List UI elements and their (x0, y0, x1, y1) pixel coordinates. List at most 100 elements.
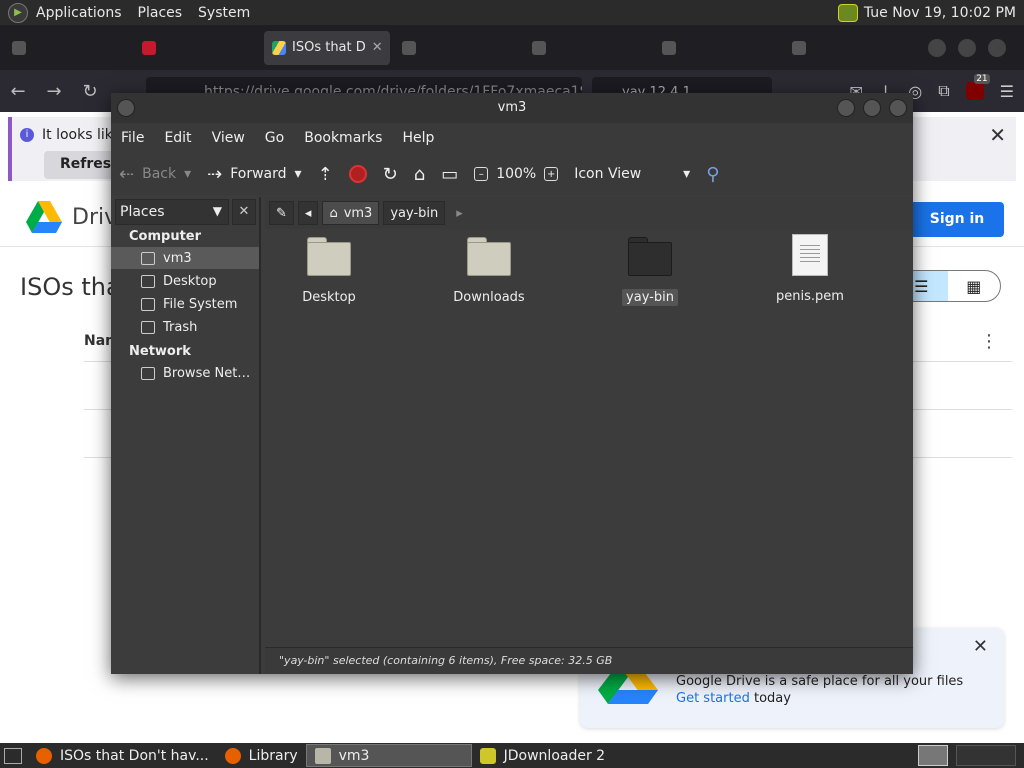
jdownloader-tray-icon[interactable] (837, 3, 858, 22)
view-mode-label: Icon View (574, 166, 642, 182)
tab-mega[interactable] (134, 31, 260, 65)
sidebar-item-trash[interactable]: Trash (111, 316, 259, 338)
computer-button[interactable]: ▭ (433, 164, 466, 185)
promo-cta: Get started today (676, 691, 791, 706)
minimize-icon[interactable] (837, 99, 855, 117)
menu-bookmarks[interactable]: Bookmarks (294, 130, 392, 146)
sidebar-item-vm3[interactable]: vm3 (111, 247, 259, 269)
view-mode-select[interactable]: Icon View ▾ (566, 166, 698, 182)
sidebar-item-label: vm3 (163, 250, 192, 266)
tab-bar: ISOs that D ✕ (0, 25, 1024, 70)
search-button[interactable]: ⚲ (698, 164, 727, 185)
stop-button[interactable] (341, 165, 375, 183)
workspace-2[interactable] (956, 745, 1016, 766)
top-panel: ▶ Applications Places System Tue Nov 19,… (0, 0, 1024, 25)
panel-clock[interactable]: Tue Nov 19, 10:02 PM (864, 5, 1016, 21)
tab-blank[interactable] (4, 31, 130, 65)
forward-arrow-icon[interactable]: → (36, 81, 72, 102)
back-arrow-icon[interactable]: ← (0, 81, 36, 102)
maximize-icon[interactable] (958, 38, 976, 57)
back-dropdown-icon[interactable]: ▾ (184, 166, 191, 182)
task-vm3[interactable]: vm3 (305, 744, 472, 767)
icon-view[interactable]: Desktop Downloads yay-bin penis.pem (265, 229, 913, 647)
forward-button[interactable]: ⇢ Forward ▾ (199, 164, 309, 185)
firefox-icon (36, 747, 52, 764)
file-item-penis-pem[interactable]: penis.pem (750, 234, 870, 305)
path-scroll-left-button[interactable]: ◂ (297, 201, 319, 225)
task-label: Library (248, 747, 298, 764)
hamburger-menu-icon[interactable]: ☰ (1000, 82, 1014, 101)
promo-suffix: today (749, 691, 791, 706)
tab-drive[interactable]: ISOs that D ✕ (264, 30, 390, 65)
path-bar: ✎ ◂ ⌂ vm3 yay-bin ▸ (265, 197, 913, 229)
zoom-in-icon: + (544, 167, 559, 181)
chevron-right-icon: ▸ (456, 205, 463, 221)
places-menu[interactable]: Places (130, 5, 191, 21)
window-menu-icon[interactable] (117, 99, 135, 117)
distro-logo-icon[interactable]: ▶ (8, 2, 28, 23)
close-icon[interactable] (889, 99, 907, 117)
path-crumb-vm3[interactable]: ⌂ vm3 (322, 201, 380, 225)
path-crumb-yay-bin[interactable]: yay-bin (383, 201, 446, 225)
window-titlebar[interactable]: vm3 (111, 93, 913, 123)
tab-archive-2[interactable] (654, 31, 780, 65)
sidebar-item-label: Browse Net… (163, 365, 251, 381)
tab-archive-3[interactable] (784, 31, 910, 65)
extensions-icon[interactable]: ⧉ (938, 81, 949, 101)
google-drive-logo-icon[interactable] (26, 201, 62, 233)
back-button[interactable]: ⇠ Back ▾ (111, 164, 199, 185)
task-firefox-drive[interactable]: ISOs that Don't hav... (28, 744, 217, 767)
sidebar-heading-network: Network (129, 344, 191, 359)
reload-icon[interactable]: ↻ (72, 81, 108, 102)
forward-dropdown-icon[interactable]: ▾ (295, 166, 302, 182)
maximize-icon[interactable] (863, 99, 881, 117)
task-firefox-library[interactable]: Library (217, 744, 306, 767)
minimize-icon[interactable] (928, 38, 946, 57)
file-item-desktop[interactable]: Desktop (269, 237, 389, 306)
forward-label: Forward (230, 166, 287, 182)
close-icon[interactable] (988, 38, 1006, 57)
show-desktop-icon[interactable] (4, 747, 22, 764)
path-scroll-right-button[interactable]: ▸ (449, 201, 470, 225)
edit-location-button[interactable]: ✎ (269, 201, 294, 225)
menu-edit[interactable]: Edit (154, 130, 201, 146)
sign-in-button[interactable]: Sign in (910, 202, 1004, 237)
workspace-1[interactable] (918, 745, 948, 766)
file-item-yay-bin[interactable]: yay-bin (590, 237, 710, 306)
file-item-downloads[interactable]: Downloads (429, 237, 549, 306)
menu-file[interactable]: File (111, 130, 154, 146)
menu-go[interactable]: Go (255, 130, 294, 146)
tab-github[interactable] (394, 31, 520, 65)
tab-archive-1[interactable] (524, 31, 650, 65)
sidebar-item-desktop[interactable]: Desktop (111, 270, 259, 292)
promo-close-icon[interactable]: ✕ (973, 636, 988, 657)
sidebar-item-filesystem[interactable]: File System (111, 293, 259, 315)
reload-button[interactable]: ↻ (375, 164, 406, 185)
drive-favicon-icon (272, 40, 286, 55)
sidebar-item-browse-network[interactable]: Browse Net… (111, 362, 259, 384)
notification-close-icon[interactable]: ✕ (989, 123, 1006, 147)
sidebar-close-icon[interactable]: ✕ (232, 199, 256, 225)
zoom-in-button[interactable]: + (536, 167, 566, 181)
zoom-out-button[interactable]: – (466, 167, 496, 181)
tab-close-icon[interactable]: ✕ (372, 40, 383, 55)
menu-view[interactable]: View (202, 130, 255, 146)
notification-text: It looks like (42, 127, 121, 143)
firefox-icon (224, 747, 241, 764)
grid-view-icon[interactable]: ▦ (948, 271, 1001, 301)
system-menu[interactable]: System (190, 5, 258, 21)
places-select[interactable]: Places ▼ (115, 199, 229, 225)
more-options-icon[interactable]: ⋮ (980, 331, 998, 352)
menu-help[interactable]: Help (392, 130, 444, 146)
archive-favicon-icon (532, 40, 546, 55)
ublock-icon[interactable]: 21 (965, 74, 990, 100)
applications-menu[interactable]: Applications (28, 5, 130, 21)
up-button[interactable]: ⇡ (310, 164, 341, 185)
task-jdownloader[interactable]: JDownloader 2 (472, 744, 613, 767)
network-icon (141, 366, 155, 380)
text-file-icon (792, 234, 828, 276)
home-button[interactable]: ⌂ (406, 164, 433, 185)
ublock-badge: 21 (974, 74, 990, 84)
computer-icon: ▭ (441, 163, 459, 185)
get-started-link[interactable]: Get started (676, 691, 750, 706)
